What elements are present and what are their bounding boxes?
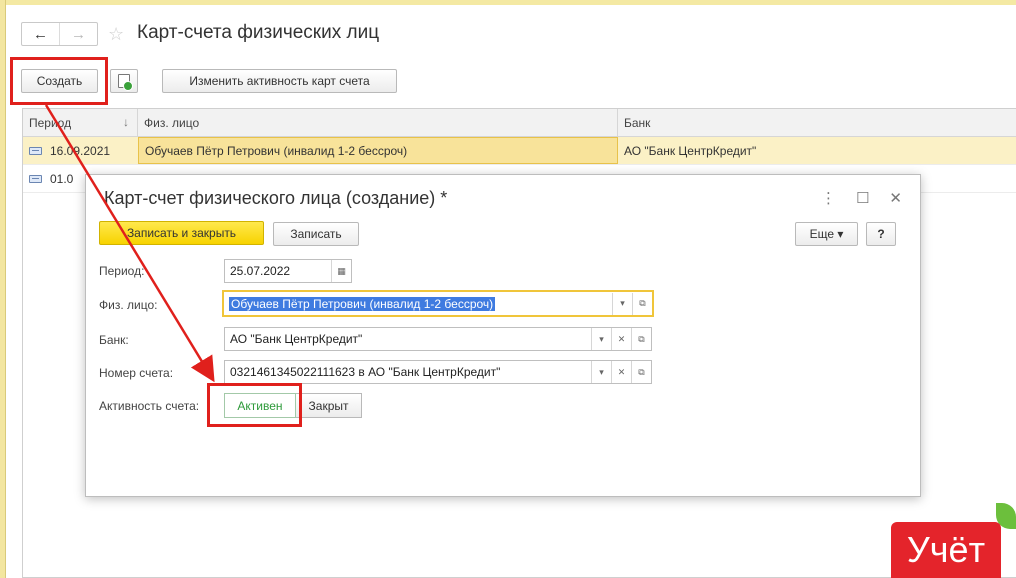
brand-logo: Учёт <box>891 522 1001 578</box>
annotation-arrow <box>44 104 215 383</box>
